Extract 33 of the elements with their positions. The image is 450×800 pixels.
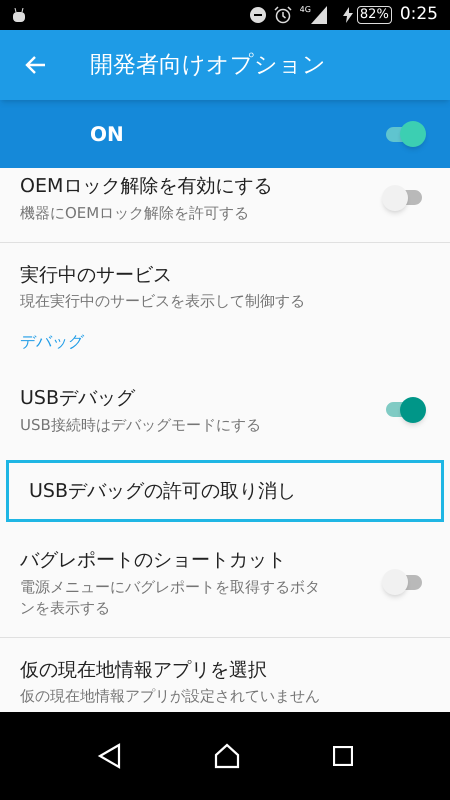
recents-button[interactable] <box>333 746 354 766</box>
back-arrow-icon <box>24 55 46 75</box>
setting-title: OEMロック解除を有効にする <box>20 174 274 199</box>
settings-item[interactable]: 実行中のサービス 現在実行中のサービスを表示して制御する <box>0 242 450 330</box>
do-not-disturb-icon <box>250 7 266 23</box>
settings-item[interactable]: OEMロック解除を有効にする 機器にOEMロック解除を許可する <box>0 168 450 242</box>
alarm-icon <box>274 6 292 24</box>
setting-title: 実行中のサービス <box>20 262 173 288</box>
setting-title: USBデバッグ <box>20 386 136 411</box>
signal-icon <box>310 6 327 24</box>
settings-item[interactable]: USBデバッグ USB接続時はデバッグモードにする <box>0 366 450 454</box>
screen-title: 開発者向けオプション <box>90 50 326 80</box>
setting-summary: 電源メニューにバグレポートを取得するボタンを表示する <box>20 576 320 618</box>
home-button[interactable] <box>214 743 240 769</box>
master-switch-bar[interactable]: ON <box>0 100 450 168</box>
settings-item[interactable]: 仮の現在地情報アプリを選択 仮の現在地情報アプリが設定されていません <box>0 638 450 712</box>
settings-item[interactable]: USBデバッグの許可の取り消し <box>6 460 444 522</box>
battery-level: 82% <box>356 6 392 24</box>
clock: 0:25 <box>400 3 438 26</box>
back-nav-button[interactable] <box>96 743 121 769</box>
charging-icon <box>342 7 353 23</box>
category-header: デバッグ <box>20 331 84 353</box>
setting-summary: 機器にOEMロック解除を許可する <box>20 202 250 224</box>
setting-summary: USB接続時はデバッグモードにする <box>20 414 262 436</box>
setting-title: USBデバッグの許可の取り消し <box>29 478 298 504</box>
master-switch-label: ON <box>90 121 125 148</box>
android-icon <box>12 8 26 22</box>
setting-summary: 仮の現在地情報アプリが設定されていません <box>20 686 320 707</box>
settings-item[interactable]: バグレポートのショートカット 電源メニューにバグレポートを取得するボタンを表示する <box>0 528 450 638</box>
setting-summary: 現在実行中のサービスを表示して制御する <box>20 291 306 312</box>
network-type: 4G <box>300 4 311 16</box>
setting-title: 仮の現在地情報アプリを選択 <box>20 658 268 682</box>
setting-title: バグレポートのショートカット <box>20 548 287 573</box>
